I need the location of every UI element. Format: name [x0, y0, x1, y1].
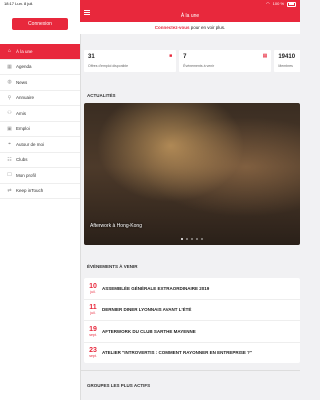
event-month: juil. — [90, 289, 96, 294]
event-name: AFTERWORK DU CLUB SARTHE MAYENNE — [102, 328, 196, 334]
sidebar-item-label: Emploi — [16, 126, 30, 132]
news-carousel[interactable]: Afterwork à Hong-Kong — [84, 103, 300, 245]
sidebar-item-clubs[interactable]: ☷ Clubs — [0, 153, 80, 168]
page-title: À la une — [180, 13, 200, 19]
event-item[interactable]: 19 sept. AFTERWORK DU CLUB SARTHE MAYENN… — [84, 321, 300, 343]
event-date: 19 sept. — [84, 326, 102, 337]
sidebar-item-label: À la une — [16, 48, 33, 54]
status-time: 18:17 Lun. 8 juil. — [4, 1, 34, 6]
stat-value: 19410 — [278, 54, 296, 60]
event-name: DERNIER DINER LYONNAIS AVANT L'ÉTÉ — [102, 307, 192, 313]
globe-icon: ◍ — [7, 79, 12, 86]
section-title-actualites: ACTUALITÉS — [87, 93, 116, 98]
event-item[interactable]: 23 sept. ATELIER "INTROVERTIS : COMMENT … — [84, 343, 300, 364]
profile-icon: ☐ — [7, 172, 12, 179]
sidebar-item-label: Autour de moi — [16, 141, 45, 147]
stat-label: Événements à venir — [183, 64, 215, 68]
briefcase-icon: ■ — [169, 53, 173, 59]
sidebar-item-label: Agenda — [16, 64, 32, 70]
status-bar: 18:17 Lun. 8 juil. ◠ 100 % — [0, 0, 300, 8]
sidebar-item-label: Amis — [16, 110, 26, 116]
sidebar-item-keep-in-touch[interactable]: ⇄ Keep inTouch — [0, 184, 80, 199]
main-content: À la une Connectez-vous pour en voir plu… — [80, 0, 300, 400]
battery-label: 100 % — [272, 1, 284, 6]
event-item[interactable]: 10 juil. ASSEMBLÉE GÉNÉRALE EXTRAORDINAI… — [84, 278, 300, 300]
sidebar-item-news[interactable]: ◍ News — [0, 75, 80, 91]
sidebar-item-annuaire[interactable]: ⚲ Annuaire — [0, 91, 80, 106]
sidebar-item-agenda[interactable]: ▦ Agenda — [0, 60, 80, 75]
event-day: 11 — [89, 304, 97, 312]
event-month: sept. — [89, 354, 97, 359]
status-icons: ◠ 100 % — [266, 0, 296, 8]
news-caption: Afterwork à Hong-Kong — [90, 223, 142, 229]
login-link[interactable]: Connectez-vous — [155, 25, 190, 30]
sidebar-item-label: News — [16, 79, 28, 85]
login-banner-text: pour en voir plus. — [189, 25, 226, 30]
keep-in-touch-icon: ⇄ — [7, 187, 12, 194]
search-icon: ⚲ — [7, 94, 12, 101]
login-banner: Connectez-vous pour en voir plus. — [80, 22, 300, 34]
sidebar: Connexion ⌂ À la une ▦ Agenda ◍ News ⚲ A… — [0, 0, 81, 400]
sidebar-item-autour-de-moi[interactable]: ⌖ Autour de moi — [0, 137, 80, 153]
section-divider — [80, 370, 300, 371]
event-day: 23 — [89, 347, 97, 355]
sidebar-item-mon-profil[interactable]: ☐ Mon profil — [0, 168, 80, 184]
event-date: 11 juil. — [84, 304, 102, 315]
event-day: 19 — [89, 325, 97, 333]
stat-card-events[interactable]: 7 Événements à venir ▦ — [179, 50, 272, 72]
stat-value: 31 — [88, 54, 95, 60]
stat-label: Membres — [278, 64, 293, 68]
stat-card-jobs[interactable]: 31 Offres d'emploi disponible ■ — [84, 50, 177, 72]
events-list: 10 juil. ASSEMBLÉE GÉNÉRALE EXTRAORDINAI… — [84, 278, 300, 363]
event-date: 10 juil. — [84, 283, 102, 294]
event-name: ASSEMBLÉE GÉNÉRALE EXTRAORDINAIRE 2019 — [102, 285, 210, 291]
sidebar-item-label: Keep inTouch — [16, 188, 44, 194]
sidebar-item-emploi[interactable]: ▣ Emploi — [0, 122, 80, 137]
calendar-icon: ▦ — [262, 53, 268, 59]
battery-icon — [287, 1, 296, 7]
sidebar-item-a-la-une[interactable]: ⌂ À la une — [0, 44, 80, 60]
map-pin-icon: ⌖ — [8, 141, 11, 148]
event-name: ATELIER "INTROVERTIS : COMMENT RAYONNER … — [102, 350, 253, 356]
event-month: juil. — [90, 311, 96, 316]
calendar-icon: ▦ — [7, 63, 12, 70]
connect-button[interactable]: Connexion — [12, 18, 68, 30]
section-title-events: ÉVÉNEMENTS À VENIR — [87, 264, 138, 269]
sidebar-item-label: Annuaire — [16, 95, 35, 101]
stats-row: 31 Offres d'emploi disponible ■ 7 Événem… — [84, 50, 300, 72]
sidebar-menu: ⌂ À la une ▦ Agenda ◍ News ⚲ Annuaire ⚇ … — [0, 44, 80, 199]
event-month: sept. — [89, 332, 97, 337]
section-title-groups: GROUPES LES PLUS ACTIFS — [87, 383, 151, 388]
clubs-icon: ☷ — [7, 156, 12, 163]
stat-value: 7 — [183, 54, 187, 60]
wifi-icon: ◠ — [266, 1, 270, 6]
friends-icon: ⚇ — [7, 110, 12, 117]
sidebar-item-label: Clubs — [16, 157, 28, 163]
sidebar-item-label: Mon profil — [16, 172, 36, 178]
carousel-dots — [84, 238, 300, 240]
event-day: 10 — [89, 282, 97, 290]
event-date: 23 sept. — [84, 347, 102, 358]
stat-label: Offres d'emploi disponible — [88, 64, 129, 68]
home-icon: ⌂ — [7, 48, 12, 55]
event-item[interactable]: 11 juil. DERNIER DINER LYONNAIS AVANT L'… — [84, 300, 300, 321]
sidebar-item-amis[interactable]: ⚇ Amis — [0, 106, 80, 122]
stat-card-members[interactable]: 19410 Membres — [274, 50, 300, 72]
briefcase-icon: ▣ — [7, 125, 12, 132]
